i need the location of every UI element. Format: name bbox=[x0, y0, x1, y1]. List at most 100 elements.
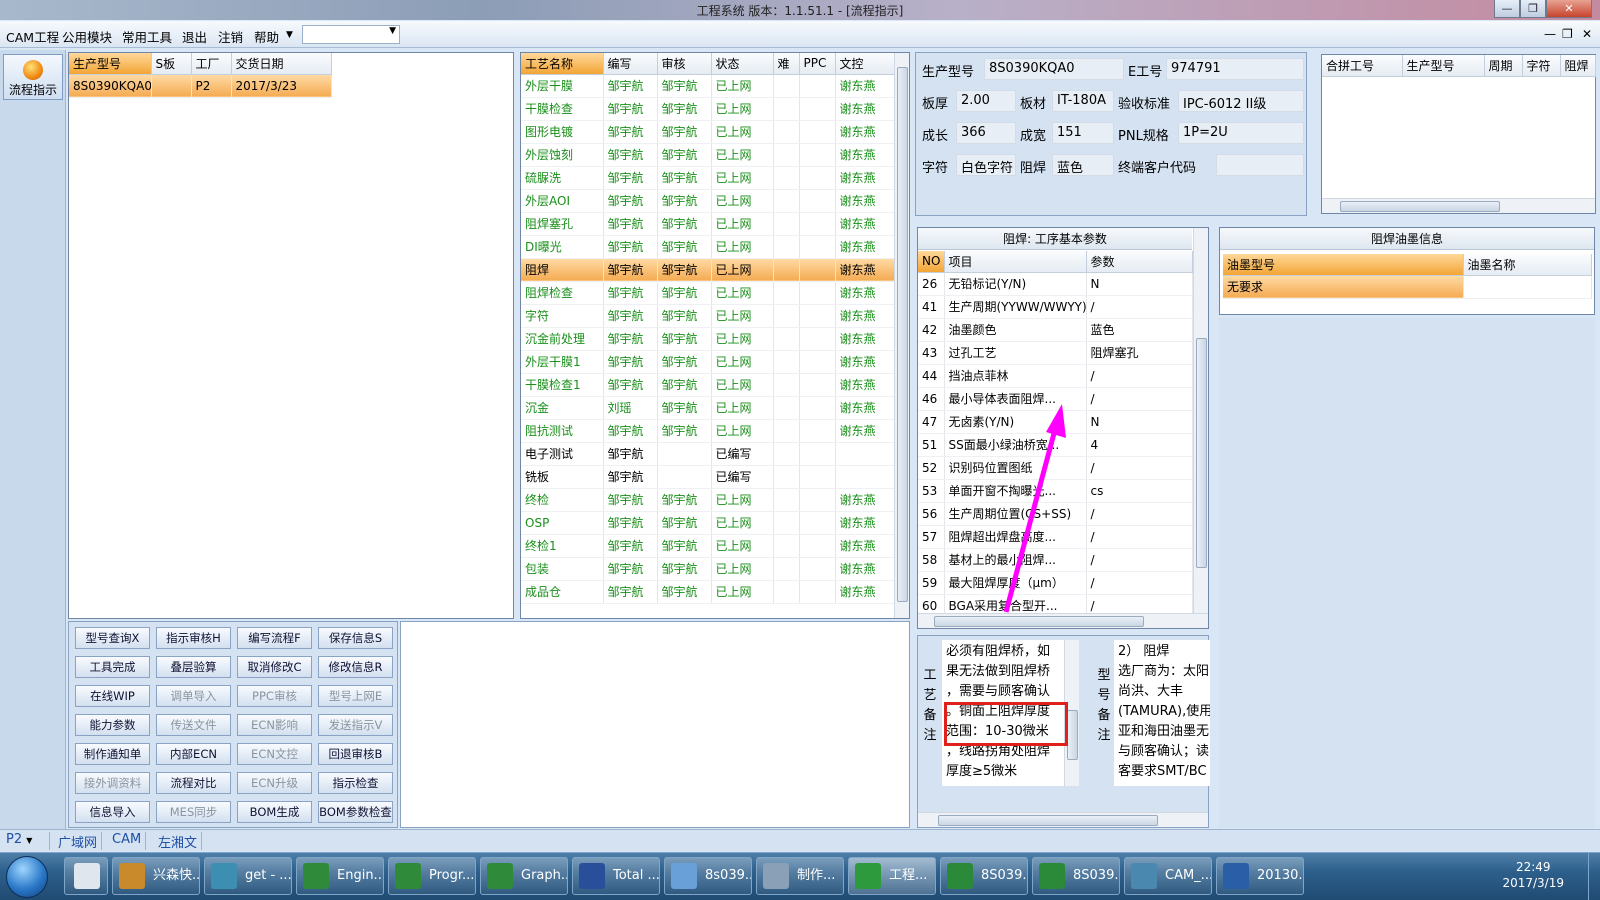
taskbar-item[interactable]: 20130... bbox=[1216, 857, 1304, 895]
table-row[interactable]: OSP 邹宇航 邹宇航 已上网 谢东燕 bbox=[521, 511, 895, 535]
taskbar-item[interactable]: 工程... bbox=[848, 857, 936, 895]
action-button[interactable]: 指示审核H bbox=[156, 627, 231, 649]
col-ppc[interactable]: PPC bbox=[799, 53, 836, 75]
action-button[interactable]: 流程对比 bbox=[156, 772, 231, 794]
table-row[interactable]: 无要求 bbox=[1223, 275, 1592, 299]
action-button[interactable]: BOM参数检查 bbox=[318, 801, 393, 823]
menu-help[interactable]: 帮助 bbox=[254, 27, 279, 46]
col-merge-model[interactable]: 生产型号 bbox=[1402, 55, 1485, 77]
menu-exit[interactable]: 退出 bbox=[182, 27, 207, 46]
table-row[interactable]: 沉金 刘瑶 邹宇航 已上网 谢东燕 bbox=[521, 396, 895, 420]
action-button[interactable]: 型号查询X bbox=[75, 627, 150, 649]
taskbar-item[interactable]: Graph... bbox=[480, 857, 568, 895]
col-status[interactable]: 状态 bbox=[711, 53, 774, 75]
menu-cam[interactable]: CAM工程 bbox=[6, 27, 59, 46]
action-button[interactable]: 内部ECN bbox=[156, 743, 231, 765]
table-row[interactable]: 铣板 邹宇航 已编写 bbox=[521, 465, 895, 489]
action-button[interactable]: 能力参数 bbox=[75, 714, 150, 736]
col-doc-control[interactable]: 文控 bbox=[835, 53, 895, 75]
table-row[interactable]: 电子测试 邹宇航 已编写 bbox=[521, 442, 895, 466]
flow-button[interactable]: 流程指示 bbox=[3, 54, 63, 100]
table-row[interactable]: 沉金前处理 邹宇航 邹宇航 已上网 谢东燕 bbox=[521, 327, 895, 351]
table-row[interactable]: 8S0390KQA0 P2 2017/3/23 bbox=[69, 74, 332, 98]
table-row[interactable]: 终检1 邹宇航 邹宇航 已上网 谢东燕 bbox=[521, 534, 895, 558]
remarks-hscroll[interactable] bbox=[918, 812, 1208, 827]
action-button[interactable]: 编写流程F bbox=[237, 627, 312, 649]
action-button[interactable]: 取消修改C bbox=[237, 656, 312, 678]
table-row[interactable]: 阻抗测试 邹宇航 邹宇航 已上网 谢东燕 bbox=[521, 419, 895, 443]
action-button[interactable]: 接外调资料 bbox=[75, 772, 150, 794]
toolbar-combo[interactable]: ▼ bbox=[302, 25, 400, 44]
table-row[interactable]: 硫脲洗 邹宇航 邹宇航 已上网 谢东燕 bbox=[521, 166, 895, 190]
taskbar-item[interactable]: 8S039... bbox=[1032, 857, 1120, 895]
minimize-button[interactable]: — bbox=[1494, 0, 1520, 18]
col-merge-char[interactable]: 字符 bbox=[1522, 55, 1561, 77]
col-model[interactable]: 生产型号 bbox=[69, 53, 152, 75]
action-button[interactable]: 发送指示V bbox=[318, 714, 393, 736]
factory-selector[interactable]: P2 ▼ bbox=[2, 832, 50, 850]
table-row[interactable]: 外层干膜 邹宇航 邹宇航 已上网 谢东燕 bbox=[521, 74, 895, 98]
menu-tools[interactable]: 常用工具 bbox=[122, 27, 172, 46]
table-row[interactable]: 42 油墨颜色 蓝色 bbox=[918, 318, 1193, 342]
start-button[interactable] bbox=[6, 856, 48, 898]
col-reviewer[interactable]: 审核 bbox=[657, 53, 712, 75]
table-row[interactable]: 阻焊 邹宇航 邹宇航 已上网 谢东燕 bbox=[521, 258, 895, 282]
action-button[interactable]: MES同步 bbox=[156, 801, 231, 823]
action-button[interactable]: 保存信息S bbox=[318, 627, 393, 649]
table-row[interactable]: 阻焊塞孔 邹宇航 邹宇航 已上网 谢东燕 bbox=[521, 212, 895, 236]
params-vscroll[interactable] bbox=[1193, 228, 1208, 613]
mdi-minimize-button[interactable]: — bbox=[1544, 27, 1556, 41]
col-item[interactable]: 项目 bbox=[944, 251, 1087, 273]
table-row[interactable]: 干膜检查1 邹宇航 邹宇航 已上网 谢东燕 bbox=[521, 373, 895, 397]
model-remark-text[interactable]: 2） 阻焊 选厂商为：太阳 尚洪、大丰 (TAMURA),使用 亚和海田油墨无 与顾客确认… bbox=[1114, 640, 1210, 786]
taskbar-item[interactable]: CAM_... bbox=[1124, 857, 1212, 895]
action-button[interactable]: ECN文控 bbox=[237, 743, 312, 765]
action-button[interactable]: 工具完成 bbox=[75, 656, 150, 678]
close-button[interactable]: ✕ bbox=[1546, 0, 1592, 18]
mdi-close-button[interactable]: ✕ bbox=[1582, 27, 1592, 41]
taskbar-item[interactable]: 8S039... bbox=[940, 857, 1028, 895]
chevron-down-icon[interactable]: ▼ bbox=[286, 30, 293, 40]
taskbar-item[interactable]: 制作... bbox=[756, 857, 844, 895]
action-button[interactable]: 叠层验算 bbox=[156, 656, 231, 678]
merge-hscroll[interactable] bbox=[1322, 198, 1595, 213]
system-clock[interactable]: 22:49 2017/3/19 bbox=[1502, 859, 1564, 891]
taskbar-item[interactable]: get - ... bbox=[204, 857, 292, 895]
table-row[interactable]: 44 挡油点菲林 / bbox=[918, 364, 1193, 388]
taskbar-item[interactable]: Progr... bbox=[388, 857, 476, 895]
action-button[interactable]: 在线WIP bbox=[75, 685, 150, 707]
calculator-taskbar-icon[interactable] bbox=[64, 857, 108, 895]
col-factory[interactable]: 工厂 bbox=[191, 53, 232, 75]
show-desktop-button[interactable] bbox=[1588, 853, 1600, 900]
action-button[interactable]: 传送文件 bbox=[156, 714, 231, 736]
col-ink-model[interactable]: 油墨型号 bbox=[1223, 254, 1464, 276]
action-button[interactable]: ECN影响 bbox=[237, 714, 312, 736]
menu-common-modules[interactable]: 公用模块 bbox=[62, 27, 112, 46]
col-delivery[interactable]: 交货日期 bbox=[231, 53, 332, 75]
table-row[interactable]: 阻焊检查 邹宇航 邹宇航 已上网 谢东燕 bbox=[521, 281, 895, 305]
menu-logout[interactable]: 注销 bbox=[218, 27, 243, 46]
action-button[interactable]: 型号上网E bbox=[318, 685, 393, 707]
table-row[interactable]: 外层蚀刻 邹宇航 邹宇航 已上网 谢东燕 bbox=[521, 143, 895, 167]
taskbar-item[interactable]: Total ... bbox=[572, 857, 660, 895]
action-button[interactable]: 调单导入 bbox=[156, 685, 231, 707]
col-merge-mask[interactable]: 阻焊 bbox=[1560, 55, 1596, 77]
action-button[interactable]: BOM生成 bbox=[237, 801, 312, 823]
action-button[interactable]: 回退审核B bbox=[318, 743, 393, 765]
col-writer[interactable]: 编写 bbox=[603, 53, 658, 75]
action-button[interactable]: ECN升级 bbox=[237, 772, 312, 794]
process-scrollbar[interactable] bbox=[894, 53, 909, 618]
col-param[interactable]: 参数 bbox=[1086, 251, 1193, 273]
action-button[interactable]: 修改信息R bbox=[318, 656, 393, 678]
table-row[interactable]: 外层AOI 邹宇航 邹宇航 已上网 谢东燕 bbox=[521, 189, 895, 213]
restore-button[interactable]: ❐ bbox=[1520, 0, 1546, 18]
taskbar-item[interactable]: 兴森快... bbox=[112, 857, 200, 895]
table-row[interactable]: DI曝光 邹宇航 邹宇航 已上网 谢东燕 bbox=[521, 235, 895, 259]
table-row[interactable]: 41 生产周期(YYWW/WWYY) / bbox=[918, 295, 1193, 319]
action-button[interactable]: 信息导入 bbox=[75, 801, 150, 823]
col-no[interactable]: NO bbox=[918, 251, 945, 273]
table-row[interactable]: 干膜检查 邹宇航 邹宇航 已上网 谢东燕 bbox=[521, 97, 895, 121]
col-merge-cycle[interactable]: 周期 bbox=[1484, 55, 1523, 77]
action-button[interactable]: 制作通知单 bbox=[75, 743, 150, 765]
action-button[interactable]: PPC审核 bbox=[237, 685, 312, 707]
